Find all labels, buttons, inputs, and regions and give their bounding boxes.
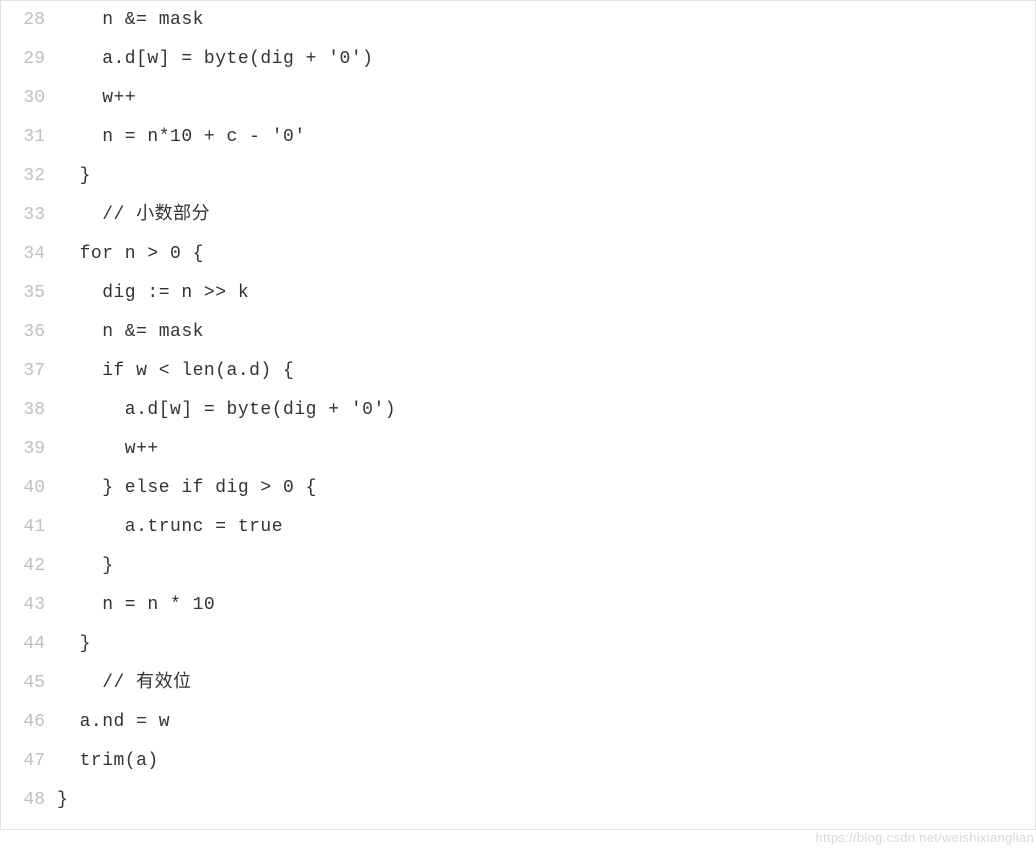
line-number: 46 [1,703,57,742]
line-number: 44 [1,625,57,664]
line-number: 35 [1,274,57,313]
code-line: 40 } else if dig > 0 { [1,469,1035,508]
code-line: 33 // 小数部分 [1,196,1035,235]
line-number: 40 [1,469,57,508]
line-number: 42 [1,547,57,586]
line-number: 47 [1,742,57,781]
line-number: 32 [1,157,57,196]
line-number: 33 [1,196,57,235]
code-content: a.trunc = true [57,508,1035,547]
code-line: 47 trim(a) [1,742,1035,781]
line-number: 45 [1,664,57,703]
line-number: 39 [1,430,57,469]
code-line: 36 n &= mask [1,313,1035,352]
code-content: a.d[w] = byte(dig + '0') [57,391,1035,430]
line-number: 36 [1,313,57,352]
code-line: 37 if w < len(a.d) { [1,352,1035,391]
line-number: 34 [1,235,57,274]
code-content: n &= mask [57,313,1035,352]
line-number: 30 [1,79,57,118]
code-content: trim(a) [57,742,1035,781]
code-content: a.nd = w [57,703,1035,742]
code-content: w++ [57,79,1035,118]
line-number: 43 [1,586,57,625]
code-line: 48 } [1,781,1035,820]
code-content: } [57,625,1035,664]
code-content: } else if dig > 0 { [57,469,1035,508]
line-number: 48 [1,781,57,820]
code-line: 32 } [1,157,1035,196]
line-number: 38 [1,391,57,430]
code-content: for n > 0 { [57,235,1035,274]
code-content: } [57,157,1035,196]
watermark: https://blog.csdn.net/weishixianglian [815,830,1034,845]
line-number: 29 [1,40,57,79]
code-line: 43 n = n * 10 [1,586,1035,625]
code-line: 42 } [1,547,1035,586]
code-line: 39 w++ [1,430,1035,469]
code-line: 35 dig := n >> k [1,274,1035,313]
code-line: 30 w++ [1,79,1035,118]
line-number: 28 [1,1,57,40]
code-block: 28 n &= mask 29 a.d[w] = byte(dig + '0')… [0,0,1036,830]
code-content: // 小数部分 [57,196,1035,235]
code-line: 41 a.trunc = true [1,508,1035,547]
code-line: 31 n = n*10 + c - '0' [1,118,1035,157]
code-content: } [57,781,1035,820]
code-line: 38 a.d[w] = byte(dig + '0') [1,391,1035,430]
code-content: if w < len(a.d) { [57,352,1035,391]
code-content: dig := n >> k [57,274,1035,313]
code-line: 46 a.nd = w [1,703,1035,742]
code-line: 34 for n > 0 { [1,235,1035,274]
line-number: 31 [1,118,57,157]
code-content: } [57,547,1035,586]
code-content: // 有效位 [57,664,1035,703]
code-line: 28 n &= mask [1,1,1035,40]
code-content: n &= mask [57,1,1035,40]
code-line: 44 } [1,625,1035,664]
code-content: n = n*10 + c - '0' [57,118,1035,157]
code-line: 29 a.d[w] = byte(dig + '0') [1,40,1035,79]
line-number: 37 [1,352,57,391]
code-content: w++ [57,430,1035,469]
line-number: 41 [1,508,57,547]
code-content: n = n * 10 [57,586,1035,625]
code-line: 45 // 有效位 [1,664,1035,703]
code-content: a.d[w] = byte(dig + '0') [57,40,1035,79]
